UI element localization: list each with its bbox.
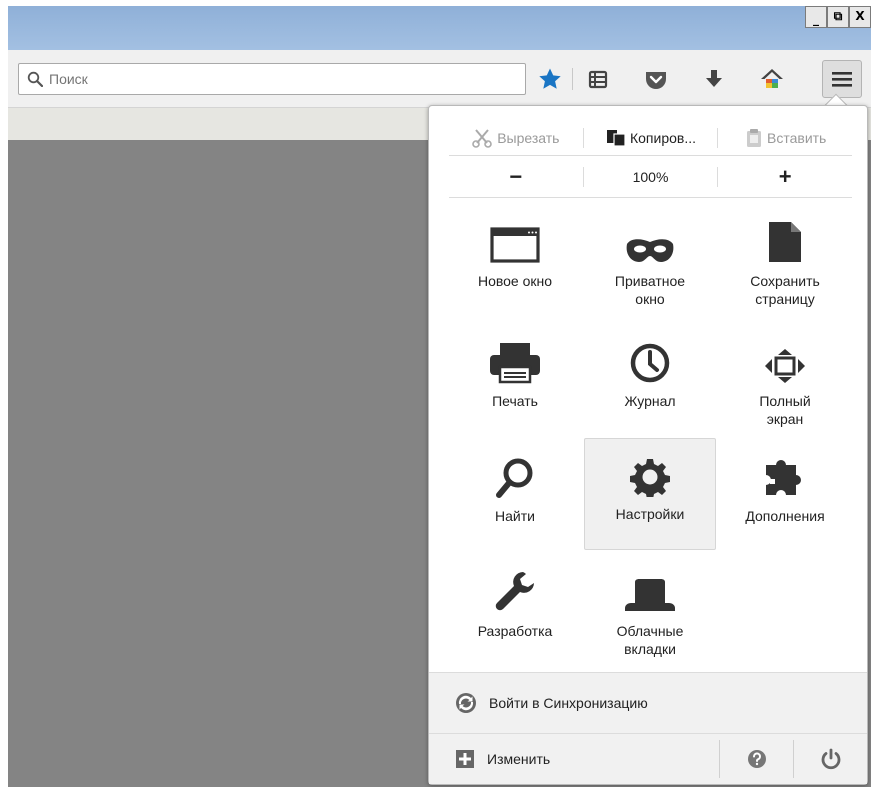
settings-label: Настройки: [615, 506, 685, 522]
zoom-reset-button[interactable]: 100%: [584, 169, 718, 185]
plus-box-icon: [456, 750, 474, 768]
window-titlebar: _ ⧉ X: [8, 6, 871, 50]
hamburger-menu-icon: [832, 72, 852, 87]
new-window-icon: [490, 227, 540, 263]
developer-label: Разработка: [477, 623, 553, 639]
scissors-icon: [472, 128, 492, 148]
minimize-button[interactable]: _: [805, 6, 827, 28]
print-label: Печать: [492, 393, 538, 409]
new-window-button[interactable]: Новое окно: [449, 206, 581, 314]
download-icon[interactable]: [698, 64, 730, 94]
addons-button[interactable]: Дополнения: [719, 441, 851, 549]
sync-icon: [456, 693, 476, 713]
fullscreen-icon: [765, 349, 805, 383]
fullscreen-label: Полный экран: [759, 393, 811, 427]
find-icon: [496, 458, 533, 498]
save-page-icon: [769, 222, 801, 262]
cloud-tabs-button[interactable]: Облачные вкладки: [584, 556, 716, 664]
cloud-tabs-hat-icon: [625, 579, 675, 611]
addons-label: Дополнения: [745, 508, 825, 524]
fullscreen-button[interactable]: Полный экран: [719, 326, 851, 434]
settings-gear-icon: [630, 459, 670, 497]
new-window-label: Новое окно: [477, 273, 553, 289]
close-button[interactable]: X: [849, 6, 871, 28]
edit-controls: Вырезать Копиров... Вставить: [449, 120, 852, 156]
private-mask-icon: [626, 239, 674, 262]
power-icon: [821, 748, 840, 770]
clipboard-icon: [747, 128, 761, 147]
reading-list-icon[interactable]: [582, 64, 614, 94]
save-page-label: Сохранить страницу: [750, 273, 820, 307]
addons-puzzle-icon: [766, 460, 801, 495]
save-page-button[interactable]: Сохранить страницу: [719, 206, 851, 314]
main-menu-panel: Вырезать Копиров... Вставить − 100% + Но…: [428, 105, 868, 785]
private-window-label: Приватное окно: [614, 273, 686, 307]
search-icon: [27, 71, 43, 87]
print-button[interactable]: Печать: [449, 326, 581, 434]
customize-label: Изменить: [487, 751, 551, 767]
cut-label: Вырезать: [497, 129, 560, 146]
help-button[interactable]: [720, 734, 793, 784]
printer-icon: [490, 343, 540, 384]
help-icon: [747, 750, 766, 768]
copy-button[interactable]: Копиров...: [584, 120, 718, 155]
private-window-button[interactable]: Приватное окно: [584, 206, 716, 314]
find-label: Найти: [495, 508, 535, 524]
history-button[interactable]: Журнал: [584, 326, 716, 434]
pocket-icon[interactable]: [640, 64, 672, 94]
copy-label: Копиров...: [629, 129, 697, 146]
sync-label: Войти в Синхронизацию: [489, 695, 648, 711]
menu-footer: Изменить: [429, 734, 867, 784]
history-label: Журнал: [624, 393, 676, 409]
developer-wrench-icon: [495, 572, 534, 611]
navigation-toolbar: [8, 50, 871, 108]
hamburger-menu-button[interactable]: [822, 60, 862, 98]
zoom-out-button[interactable]: −: [449, 164, 583, 190]
cloud-tabs-label: Облачные вкладки: [616, 623, 684, 657]
home-icon[interactable]: [756, 64, 788, 94]
sync-signin-button[interactable]: Войти в Синхронизацию: [429, 672, 867, 734]
star-icon[interactable]: [534, 64, 566, 94]
paste-button[interactable]: Вставить: [718, 120, 852, 155]
zoom-controls: − 100% +: [449, 156, 852, 198]
copy-icon: [606, 129, 626, 147]
cut-button[interactable]: Вырезать: [449, 120, 583, 155]
history-clock-icon: [630, 343, 670, 383]
settings-button[interactable]: Настройки: [584, 438, 716, 550]
zoom-in-button[interactable]: +: [718, 164, 852, 190]
restore-button[interactable]: ⧉: [827, 6, 849, 28]
customize-button[interactable]: Изменить: [429, 734, 719, 784]
window-controls: _ ⧉ X: [805, 6, 871, 28]
paste-label: Вставить: [767, 129, 827, 146]
quit-button[interactable]: [794, 734, 867, 784]
search-box[interactable]: [18, 63, 526, 95]
developer-button[interactable]: Разработка: [449, 556, 581, 664]
search-input[interactable]: [49, 71, 489, 87]
find-button[interactable]: Найти: [449, 441, 581, 549]
